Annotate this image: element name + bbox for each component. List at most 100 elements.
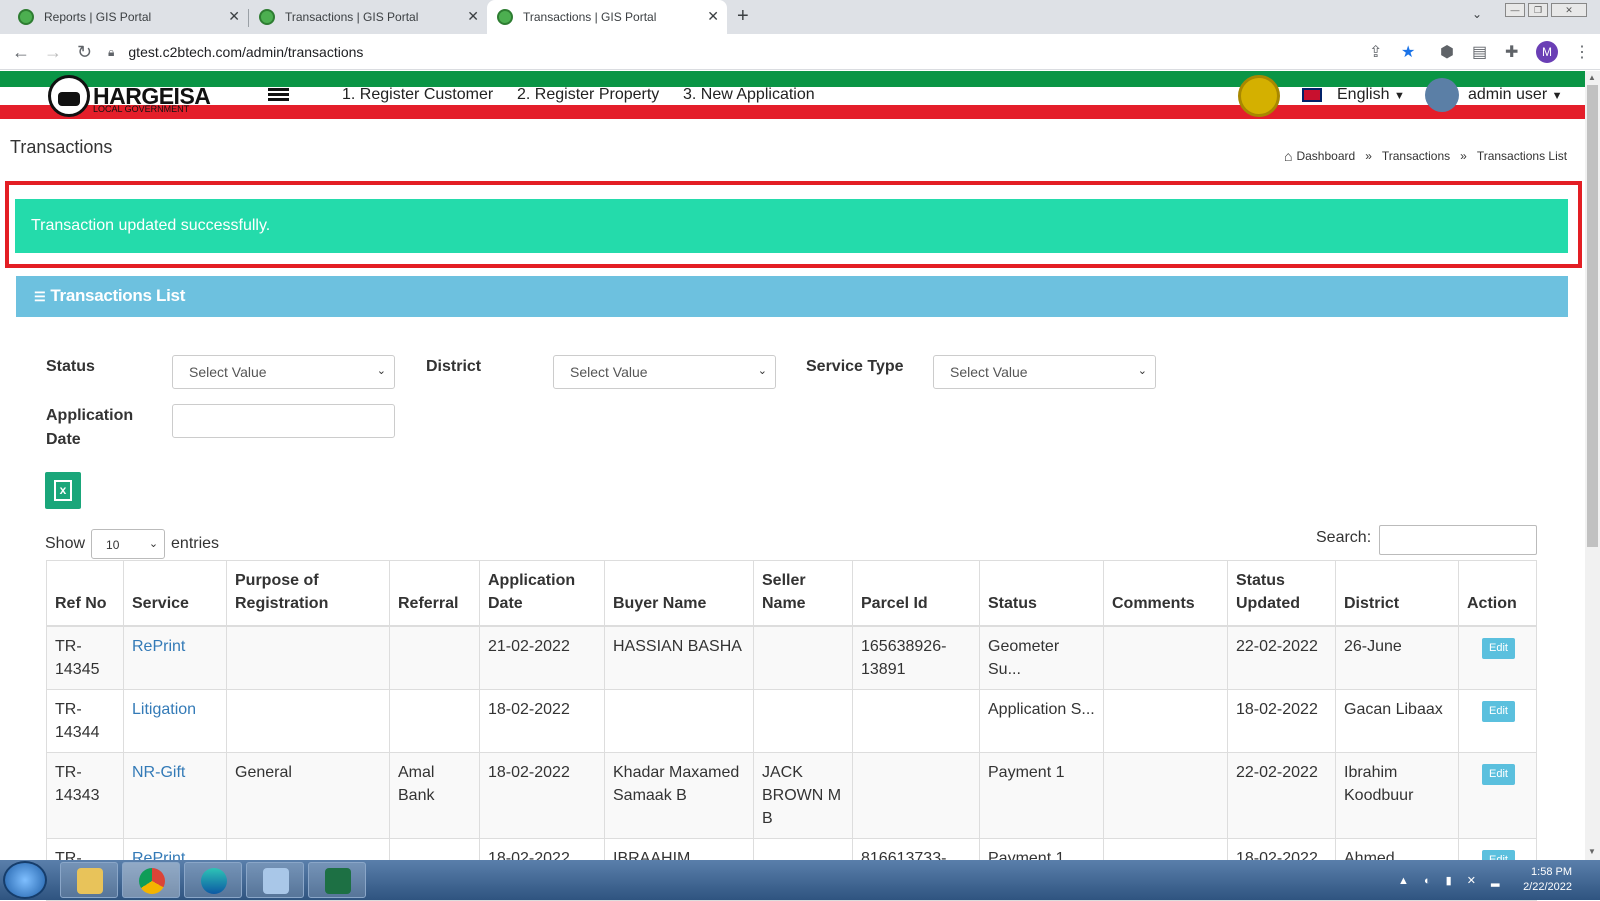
browser-toolbar: ← → ↻ 🔒︎ gtest.c2btech.com/admin/transac…	[0, 34, 1600, 70]
start-menu-button[interactable]	[3, 861, 47, 899]
browser-tab-transactions-active[interactable]: Transactions | GIS Portal ✕	[487, 0, 727, 34]
cell-ref: TR-14344	[46, 689, 124, 753]
edit-button[interactable]: Edit	[1482, 638, 1515, 659]
application-date-input[interactable]	[172, 404, 395, 438]
table-header-row: Ref No Service Purpose of Registration R…	[46, 560, 1537, 627]
lock-icon: 🔒︎	[108, 44, 115, 59]
col-comments[interactable]: Comments	[1103, 560, 1228, 627]
back-arrow-icon[interactable]: ←	[12, 42, 30, 63]
col-referral[interactable]: Referral	[389, 560, 480, 627]
service-type-select[interactable]: Select Value ⌄	[933, 355, 1156, 389]
success-alert: Transaction updated successfully.	[15, 199, 1568, 253]
col-parcel-id[interactable]: Parcel Id	[852, 560, 980, 627]
table-row: TR-14345 RePrint 21-02-2022 HASSIAN BASH…	[46, 625, 1537, 690]
cell-service-link[interactable]: RePrint	[123, 625, 227, 690]
cell-district: Ibrahim Koodbuur	[1335, 752, 1459, 839]
cell-service-link[interactable]: NR-Gift	[123, 752, 227, 839]
col-buyer-name[interactable]: Buyer Name	[604, 560, 754, 627]
minimize-window-button[interactable]: —	[1505, 3, 1525, 17]
taskbar-clock[interactable]: 1:58 PM 2/22/2022	[1500, 865, 1572, 895]
close-tab-icon[interactable]: ✕	[228, 8, 240, 24]
export-excel-button[interactable]: x	[45, 472, 81, 509]
browser-menu-icon[interactable]: ⋮	[1574, 42, 1590, 62]
cell-action: Edit	[1458, 752, 1537, 839]
close-tab-icon[interactable]: ✕	[707, 8, 719, 24]
notepad-icon	[263, 868, 289, 894]
forward-arrow-icon[interactable]: →	[44, 42, 62, 63]
nav-new-application[interactable]: 3. New Application	[683, 86, 815, 104]
show-label: Show	[45, 535, 86, 552]
edit-button[interactable]: Edit	[1482, 764, 1515, 785]
scroll-up-icon[interactable]: ▲	[1588, 73, 1596, 82]
tab-search-chevron-icon[interactable]: ⌄	[1472, 7, 1482, 21]
extension-shield-icon[interactable]: ⬢	[1440, 42, 1454, 62]
col-status[interactable]: Status	[979, 560, 1104, 627]
system-tray[interactable]: ▲ ◐ ▮ ✕ ▂	[1398, 874, 1506, 887]
cell-app-date: 18-02-2022	[479, 689, 605, 753]
hamburger-menu-icon[interactable]	[268, 88, 289, 102]
search-input[interactable]	[1379, 525, 1537, 555]
user-avatar[interactable]	[1425, 78, 1459, 112]
district-select[interactable]: Select Value ⌄	[553, 355, 776, 389]
panel-header: ☰ Transactions List	[16, 276, 1568, 317]
cell-seller	[753, 625, 853, 690]
taskbar-excel[interactable]	[308, 862, 366, 898]
close-window-button[interactable]: ✕	[1551, 3, 1587, 17]
col-seller-name[interactable]: Seller Name	[753, 560, 853, 627]
address-bar[interactable]: 🔒︎ gtest.c2btech.com/admin/transactions	[108, 37, 1408, 67]
home-icon[interactable]: ⌂	[1284, 148, 1292, 164]
language-selector[interactable]: English ▼	[1337, 86, 1405, 104]
browser-tab-transactions-1[interactable]: Transactions | GIS Portal ✕	[249, 0, 487, 34]
taskbar-chrome[interactable]	[122, 862, 180, 898]
breadcrumb-dashboard[interactable]: Dashboard	[1296, 149, 1355, 163]
cell-referral	[389, 625, 480, 690]
breadcrumb-transactions[interactable]: Transactions	[1382, 149, 1450, 163]
cell-status: Application S...	[979, 689, 1104, 753]
taskbar-edge[interactable]	[184, 862, 242, 898]
nav-register-customer[interactable]: 1. Register Customer	[342, 86, 493, 104]
taskbar-file-explorer[interactable]	[60, 862, 118, 898]
new-tab-button[interactable]: +	[737, 5, 749, 28]
taskbar-notepad[interactable]	[246, 862, 304, 898]
breadcrumb-separator: »	[1460, 149, 1467, 163]
hargeisa-logo-icon[interactable]	[48, 75, 90, 117]
col-district[interactable]: District	[1335, 560, 1459, 627]
close-tab-icon[interactable]: ✕	[467, 8, 479, 24]
table-row: TR-14343 NR-Gift General Amal Bank 18-02…	[46, 752, 1537, 839]
reload-icon[interactable]: ↻	[77, 42, 92, 63]
col-service[interactable]: Service	[123, 560, 227, 627]
cell-buyer	[604, 689, 754, 753]
cell-purpose: General	[226, 752, 390, 839]
scroll-down-icon[interactable]: ▼	[1588, 847, 1596, 856]
col-action[interactable]: Action	[1458, 560, 1537, 627]
tab-title: Transactions | GIS Portal	[523, 10, 657, 24]
cell-status: Payment 1	[979, 752, 1104, 839]
search-label: Search:	[1316, 529, 1372, 546]
extension-notes-icon[interactable]: ▤	[1472, 42, 1487, 62]
page-scrollbar[interactable]: ▲ ▼	[1585, 71, 1600, 860]
share-icon[interactable]: ⇪	[1369, 42, 1382, 62]
edit-button[interactable]: Edit	[1482, 701, 1515, 722]
extensions-puzzle-icon[interactable]: ✚	[1505, 42, 1518, 62]
user-menu[interactable]: admin user ▼	[1468, 86, 1563, 104]
restore-window-button[interactable]: ❐	[1528, 3, 1548, 17]
edge-icon	[201, 868, 227, 894]
browser-tab-reports[interactable]: Reports | GIS Portal ✕	[0, 0, 248, 34]
col-ref-no[interactable]: Ref No	[46, 560, 124, 627]
bookmark-star-icon[interactable]: ★	[1401, 42, 1415, 62]
col-application-date[interactable]: Application Date	[479, 560, 605, 627]
col-status-updated[interactable]: Status Updated	[1227, 560, 1336, 627]
status-select[interactable]: Select Value ⌄	[172, 355, 395, 389]
profile-avatar[interactable]: M	[1536, 41, 1558, 63]
nav-register-property[interactable]: 2. Register Property	[517, 86, 659, 104]
page-length-select[interactable]: 10 ⌄	[91, 529, 166, 559]
cell-service-link[interactable]: Litigation	[123, 689, 227, 753]
folder-icon	[77, 868, 103, 894]
cell-app-date: 18-02-2022	[479, 752, 605, 839]
page-length-control: Show 10 ⌄ entries	[45, 529, 219, 559]
panel-title: Transactions List	[50, 286, 186, 305]
col-purpose[interactable]: Purpose of Registration	[226, 560, 390, 627]
scrollbar-thumb[interactable]	[1587, 85, 1598, 547]
cell-buyer: Khadar Maxamed Samaak B	[604, 752, 754, 839]
cell-status: Geometer Su...	[979, 625, 1104, 690]
